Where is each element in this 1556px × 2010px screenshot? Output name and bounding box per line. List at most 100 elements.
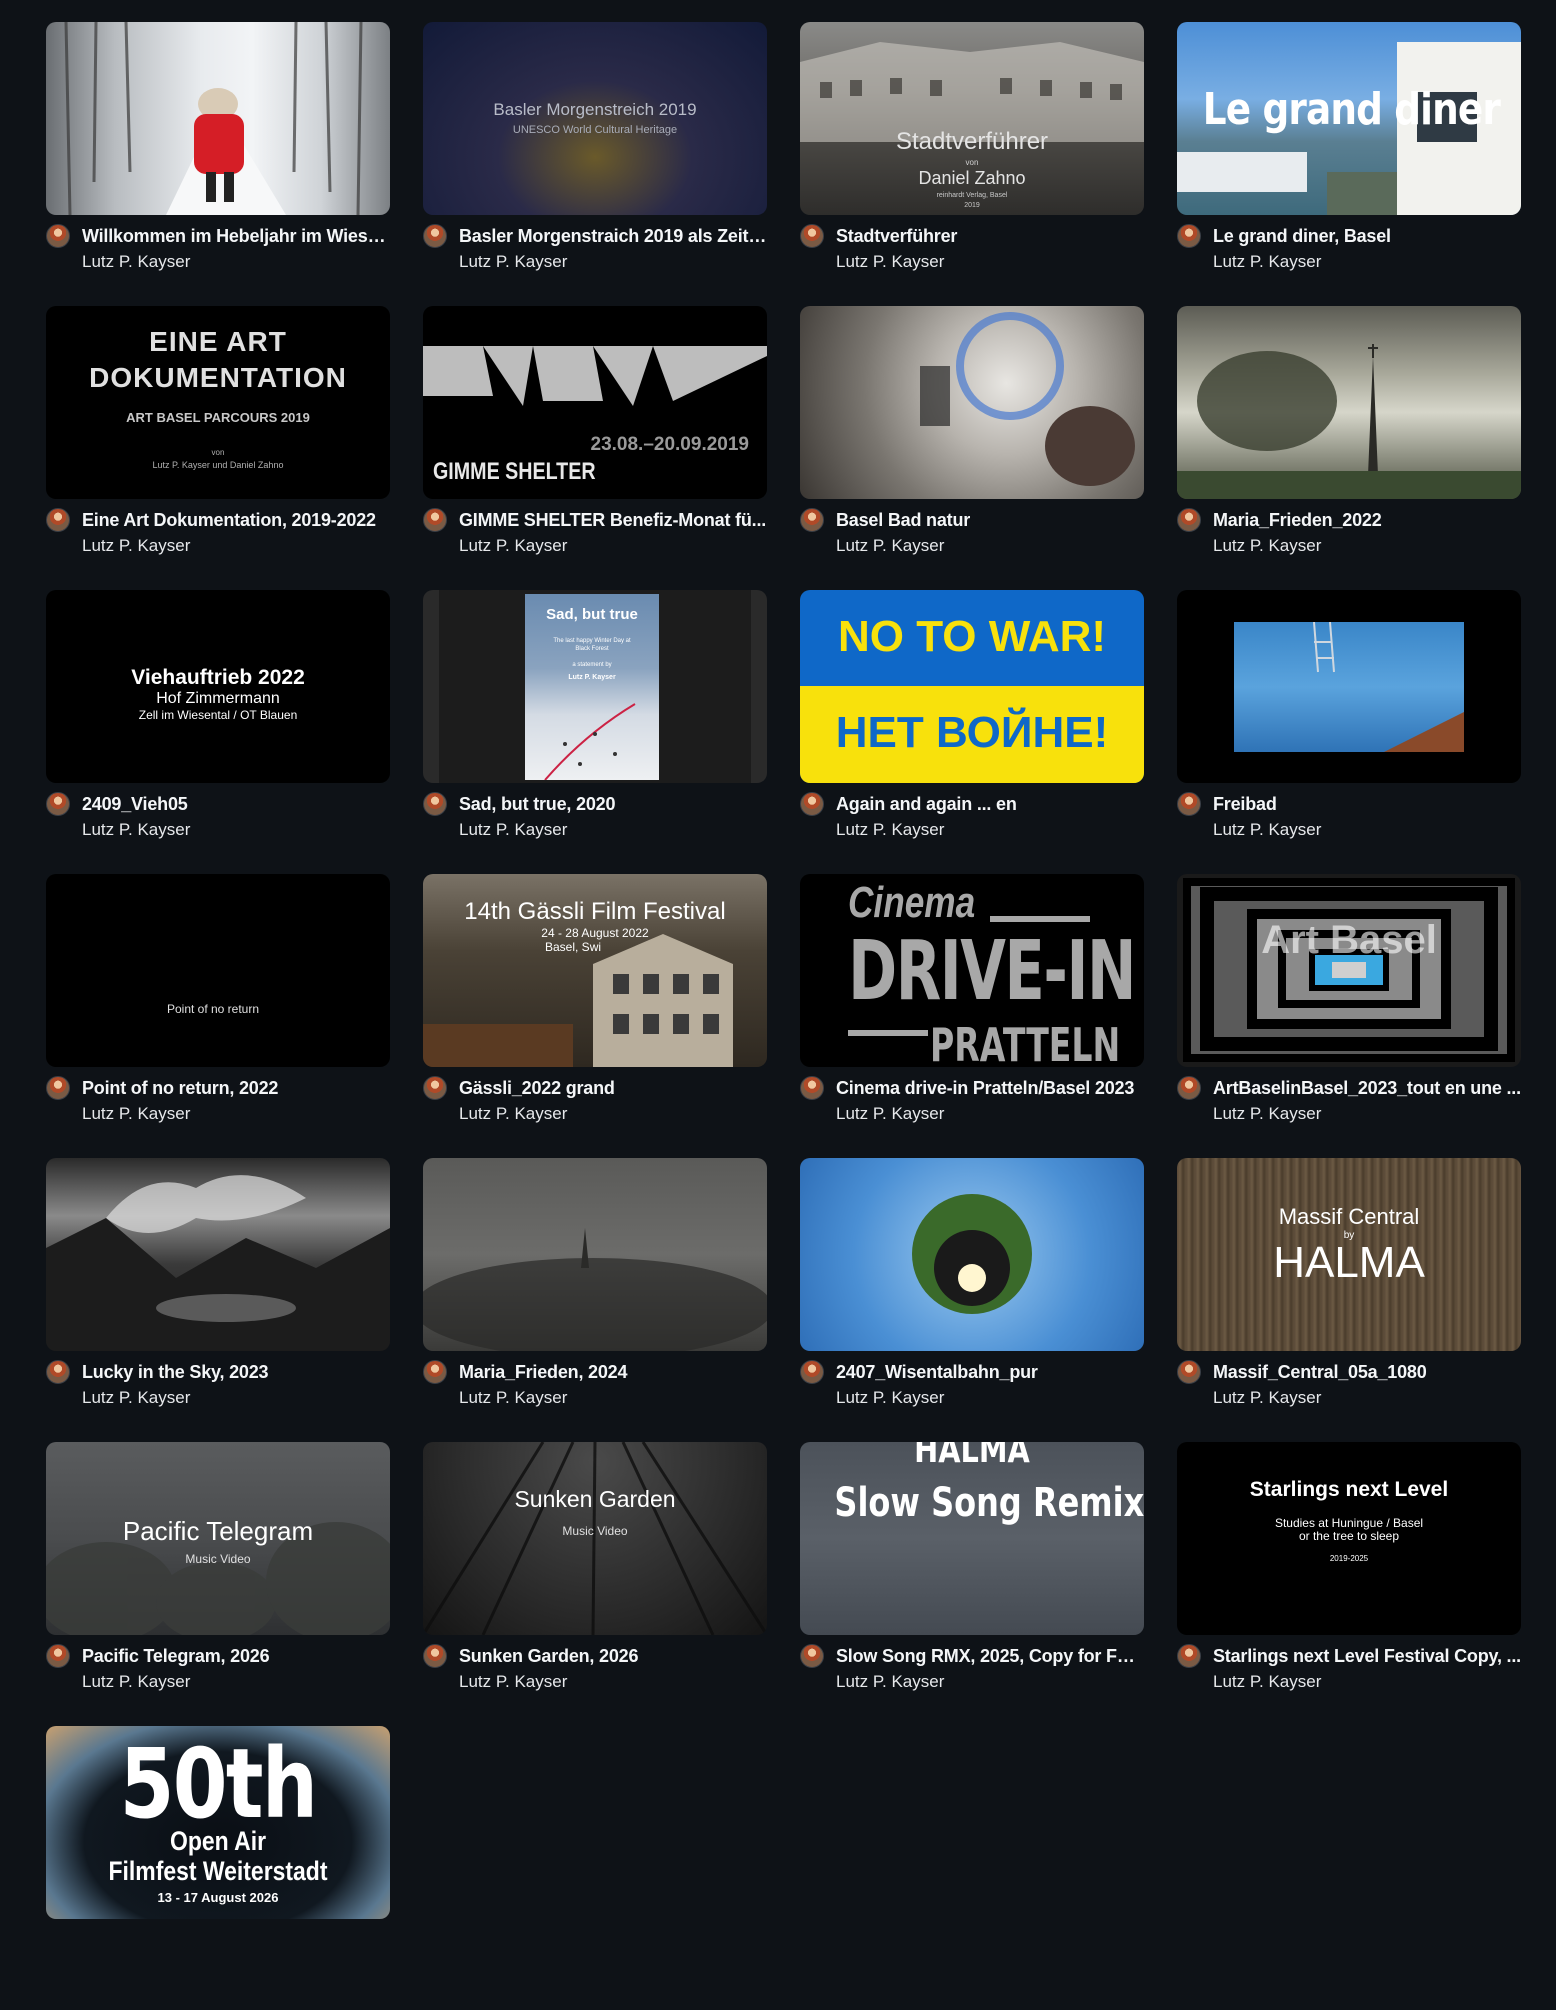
video-thumbnail[interactable]: 14th Gässli Film Festival 24 - 28 August… [423, 874, 767, 1067]
video-thumbnail[interactable]: EINE ART DOKUMENTATION ART BASEL PARCOUR… [46, 306, 390, 499]
author-avatar[interactable] [800, 1360, 824, 1384]
author-avatar[interactable] [423, 1360, 447, 1384]
video-thumbnail[interactable]: HALMA Slow Song Remix [800, 1442, 1144, 1635]
video-card[interactable]: Willkommen im Hebeljahr im Wiese... Lutz… [46, 22, 390, 306]
video-card[interactable]: Art Basel ArtBaselinBasel_2023_tout en u… [1177, 874, 1521, 1158]
video-title[interactable]: Freibad [1213, 794, 1521, 815]
author-avatar[interactable] [423, 792, 447, 816]
video-author[interactable]: Lutz P. Kayser [1213, 1672, 1321, 1692]
video-card[interactable]: 2407_Wisentalbahn_pur Lutz P. Kayser [800, 1158, 1144, 1442]
video-author[interactable]: Lutz P. Kayser [459, 1388, 567, 1408]
video-thumbnail[interactable]: Basler Morgenstreich 2019 UNESCO World C… [423, 22, 767, 215]
author-avatar[interactable] [1177, 508, 1201, 532]
video-title[interactable]: Sunken Garden, 2026 [459, 1646, 767, 1667]
video-card[interactable]: NO TO WAR! НЕТ ВОЙНЕ! Again and again ..… [800, 590, 1144, 874]
video-author[interactable]: Lutz P. Kayser [836, 1672, 944, 1692]
author-avatar[interactable] [423, 1076, 447, 1100]
video-title[interactable]: Again and again ... en [836, 794, 1144, 815]
author-avatar[interactable] [46, 792, 70, 816]
video-thumbnail[interactable]: 23.08.–20.09.2019 GIMME SHELTER [423, 306, 767, 499]
video-author[interactable]: Lutz P. Kayser [82, 820, 190, 840]
author-avatar[interactable] [1177, 1076, 1201, 1100]
video-title[interactable]: 2407_Wisentalbahn_pur [836, 1362, 1144, 1383]
video-card[interactable]: Massif Central by HALMA Massif_Central_0… [1177, 1158, 1521, 1442]
author-avatar[interactable] [1177, 792, 1201, 816]
video-card[interactable]: Cinema DRIVE-IN PRATTELN Cinema drive-in… [800, 874, 1144, 1158]
author-avatar[interactable] [46, 224, 70, 248]
video-author[interactable]: Lutz P. Kayser [1213, 252, 1321, 272]
video-title[interactable]: GIMME SHELTER Benefiz-Monat fü... [459, 510, 767, 531]
video-title[interactable]: Maria_Frieden, 2024 [459, 1362, 767, 1383]
author-avatar[interactable] [1177, 1360, 1201, 1384]
video-title[interactable]: Slow Song RMX, 2025, Copy for Fes... [836, 1646, 1144, 1667]
video-thumbnail[interactable] [1177, 306, 1521, 499]
video-title[interactable]: 2409_Vieh05 [82, 794, 390, 815]
video-author[interactable]: Lutz P. Kayser [459, 1104, 567, 1124]
video-title[interactable]: Sad, but true, 2020 [459, 794, 767, 815]
video-thumbnail[interactable]: Point of no return [46, 874, 390, 1067]
video-author[interactable]: Lutz P. Kayser [1213, 820, 1321, 840]
video-thumbnail[interactable] [46, 1158, 390, 1351]
video-author[interactable]: Lutz P. Kayser [82, 536, 190, 556]
video-thumbnail[interactable]: Viehauftrieb 2022 Hof Zimmermann Zell im… [46, 590, 390, 783]
author-avatar[interactable] [800, 1076, 824, 1100]
video-thumbnail[interactable]: Art Basel [1177, 874, 1521, 1067]
video-author[interactable]: Lutz P. Kayser [836, 536, 944, 556]
video-title[interactable]: Pacific Telegram, 2026 [82, 1646, 390, 1667]
author-avatar[interactable] [423, 224, 447, 248]
video-thumbnail[interactable]: 50th Open Air Filmfest Weiterstadt 13 - … [46, 1726, 390, 1919]
video-thumbnail[interactable]: Cinema DRIVE-IN PRATTELN [800, 874, 1144, 1067]
video-thumbnail[interactable]: NO TO WAR! НЕТ ВОЙНЕ! [800, 590, 1144, 783]
video-title[interactable]: Le grand diner, Basel [1213, 226, 1521, 247]
video-author[interactable]: Lutz P. Kayser [459, 252, 567, 272]
video-card[interactable]: HALMA Slow Song Remix Slow Song RMX, 202… [800, 1442, 1144, 1726]
video-card[interactable]: Pacific Telegram Music Video Pacific Tel… [46, 1442, 390, 1726]
video-author[interactable]: Lutz P. Kayser [836, 820, 944, 840]
video-thumbnail[interactable] [423, 1158, 767, 1351]
video-author[interactable]: Lutz P. Kayser [459, 820, 567, 840]
video-thumbnail[interactable]: Starlings next Level Studies at Huningue… [1177, 1442, 1521, 1635]
video-thumbnail[interactable]: Stadtverführer von Daniel Zahno reinhard… [800, 22, 1144, 215]
video-author[interactable]: Lutz P. Kayser [836, 1104, 944, 1124]
video-card[interactable]: Starlings next Level Studies at Huningue… [1177, 1442, 1521, 1726]
video-thumbnail[interactable]: Massif Central by HALMA [1177, 1158, 1521, 1351]
video-title[interactable]: Lucky in the Sky, 2023 [82, 1362, 390, 1383]
video-title[interactable]: Eine Art Dokumentation, 2019-2022 [82, 510, 390, 531]
video-card[interactable]: Basler Morgenstreich 2019 UNESCO World C… [423, 22, 767, 306]
video-title[interactable]: Stadtverführer [836, 226, 1144, 247]
author-avatar[interactable] [1177, 224, 1201, 248]
video-thumbnail[interactable] [1177, 590, 1521, 783]
author-avatar[interactable] [46, 1360, 70, 1384]
author-avatar[interactable] [46, 1076, 70, 1100]
video-card[interactable]: Sad, but true The last happy Winter Day … [423, 590, 767, 874]
video-card[interactable]: Maria_Frieden_2022 Lutz P. Kayser [1177, 306, 1521, 590]
author-avatar[interactable] [800, 792, 824, 816]
video-title[interactable]: Maria_Frieden_2022 [1213, 510, 1521, 531]
video-title[interactable]: Basel Bad natur [836, 510, 1144, 531]
video-author[interactable]: Lutz P. Kayser [82, 1672, 190, 1692]
video-card[interactable]: Viehauftrieb 2022 Hof Zimmermann Zell im… [46, 590, 390, 874]
video-card[interactable]: EINE ART DOKUMENTATION ART BASEL PARCOUR… [46, 306, 390, 590]
author-avatar[interactable] [46, 508, 70, 532]
video-author[interactable]: Lutz P. Kayser [459, 536, 567, 556]
video-title[interactable]: Starlings next Level Festival Copy, ... [1213, 1646, 1521, 1667]
video-author[interactable]: Lutz P. Kayser [1213, 536, 1321, 556]
video-author[interactable]: Lutz P. Kayser [82, 252, 190, 272]
author-avatar[interactable] [1177, 1644, 1201, 1668]
author-avatar[interactable] [800, 1644, 824, 1668]
video-thumbnail[interactable] [800, 306, 1144, 499]
video-title[interactable]: ArtBaselinBasel_2023_tout en une ... [1213, 1078, 1521, 1099]
video-title[interactable]: Massif_Central_05a_1080 [1213, 1362, 1521, 1383]
video-title[interactable]: Basler Morgenstraich 2019 als Zeitr... [459, 226, 767, 247]
video-card[interactable]: Maria_Frieden, 2024 Lutz P. Kayser [423, 1158, 767, 1442]
video-card[interactable]: Point of no return Point of no return, 2… [46, 874, 390, 1158]
video-author[interactable]: Lutz P. Kayser [82, 1388, 190, 1408]
author-avatar[interactable] [423, 1644, 447, 1668]
video-card[interactable]: Le grand diner Le grand diner, Basel Lut… [1177, 22, 1521, 306]
video-title[interactable]: Willkommen im Hebeljahr im Wiese... [82, 226, 390, 247]
video-card[interactable]: Sunken Garden Music Video Sunken Garden,… [423, 1442, 767, 1726]
video-thumbnail[interactable]: Le grand diner [1177, 22, 1521, 215]
author-avatar[interactable] [46, 1644, 70, 1668]
video-author[interactable]: Lutz P. Kayser [82, 1104, 190, 1124]
video-title[interactable]: Point of no return, 2022 [82, 1078, 390, 1099]
